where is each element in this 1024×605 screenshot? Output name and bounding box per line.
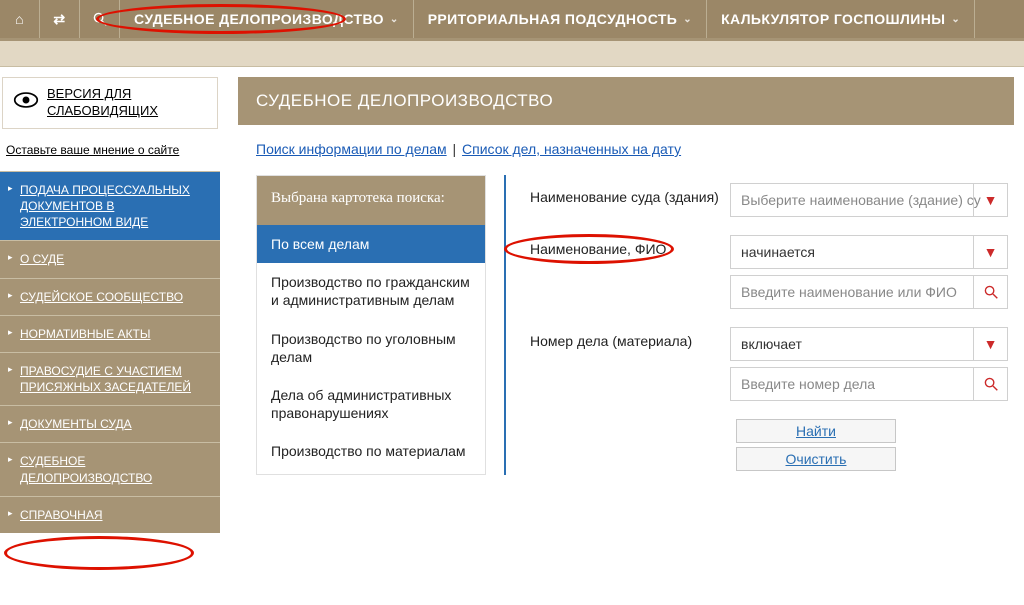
sub-nav: Поиск информации по делам | Список дел, … [238, 125, 1014, 175]
sidebar-menu: ▸ ПОДАЧА ПРОЦЕССУАЛЬНЫХ ДОКУМЕНТОВ В ЭЛЕ… [0, 171, 220, 533]
home-icon[interactable]: ⌂ [0, 0, 40, 38]
nav-label: СУДЕБНОЕ ДЕЛОПРОИЗВОДСТВО [134, 11, 384, 27]
share-icon[interactable]: ⇄ [40, 0, 80, 38]
caret-right-icon: ▸ [8, 327, 13, 338]
caret-right-icon: ▸ [8, 454, 13, 465]
chevron-down-icon: ⌄ [951, 14, 960, 25]
court-name-select[interactable]: ▼ [730, 183, 1008, 217]
sidebar-item-court-docs[interactable]: ▸ ДОКУМЕНТЫ СУДА [0, 405, 220, 442]
main-content: СУДЕБНОЕ ДЕЛОПРОИЗВОДСТВО Поиск информац… [220, 67, 1024, 533]
card-index-selector: Выбрана картотека поиска: По всем делам … [256, 175, 486, 475]
feedback-link[interactable]: Оставьте ваше мнение о сайте [6, 143, 220, 157]
case-number-field[interactable] [730, 367, 1008, 401]
case-number-input[interactable] [741, 376, 997, 392]
case-number-match-select[interactable]: ▼ [730, 327, 1008, 361]
annotation [4, 536, 194, 570]
card-index-heading: Выбрана картотека поиска: [257, 176, 485, 225]
label-case-number: Номер дела (материала) [530, 327, 730, 349]
link-cases-by-date[interactable]: Список дел, назначенных на дату [462, 141, 681, 157]
sidebar-item-regulations[interactable]: ▸ НОРМАТИВНЫЕ АКТЫ [0, 315, 220, 352]
caret-right-icon: ▸ [8, 183, 13, 194]
party-match-select[interactable]: ▼ [730, 235, 1008, 269]
sidebar-item-reference[interactable]: ▸ СПРАВОЧНАЯ [0, 496, 220, 533]
card-option-all[interactable]: По всем делам [257, 225, 485, 263]
label-court-name: Наименование суда (здания) [530, 183, 730, 205]
link-case-search[interactable]: Поиск информации по делам [256, 141, 447, 157]
card-option-criminal[interactable]: Производство по уголовным делам [257, 320, 485, 376]
vertical-divider [504, 175, 506, 475]
search-icon[interactable] [80, 0, 120, 38]
nav-label: КАЛЬКУЛЯТОР ГОСПОШЛИНЫ [721, 11, 945, 27]
search-form: Наименование суда (здания) ▼ Наименовани… [524, 175, 1014, 475]
sidebar-item-judiciary[interactable]: ▸ СУДЕЙСКОЕ СООБЩЕСТВО [0, 278, 220, 315]
search-icon[interactable] [973, 368, 1007, 400]
dropdown-icon[interactable]: ▼ [973, 184, 1007, 216]
search-icon[interactable] [973, 276, 1007, 308]
caret-right-icon: ▸ [8, 417, 13, 428]
dropdown-icon[interactable]: ▼ [973, 236, 1007, 268]
caret-right-icon: ▸ [8, 508, 13, 519]
eye-icon [13, 90, 39, 116]
card-option-materials[interactable]: Производство по материалам [257, 432, 485, 470]
nav-label: РРИТОРИАЛЬНАЯ ПОДСУДНОСТЬ [428, 11, 678, 27]
sidebar-item-electronic-filing[interactable]: ▸ ПОДАЧА ПРОЦЕССУАЛЬНЫХ ДОКУМЕНТОВ В ЭЛЕ… [0, 171, 220, 241]
court-name-input[interactable] [741, 192, 997, 208]
clear-button[interactable]: Очистить [736, 447, 896, 471]
card-option-admin[interactable]: Дела об административных правонарушениях [257, 376, 485, 432]
label-party-name: Наименование, ФИО [530, 235, 730, 257]
caret-right-icon: ▸ [8, 290, 13, 301]
nav-case-proceedings[interactable]: СУДЕБНОЕ ДЕЛОПРОИЗВОДСТВО ⌄ [120, 0, 414, 38]
page-title: СУДЕБНОЕ ДЕЛОПРОИЗВОДСТВО [238, 77, 1014, 125]
nav-jurisdiction[interactable]: РРИТОРИАЛЬНАЯ ПОДСУДНОСТЬ ⌄ [414, 0, 707, 38]
chevron-down-icon: ⌄ [390, 14, 399, 25]
dropdown-icon[interactable]: ▼ [973, 328, 1007, 360]
party-name-input[interactable] [741, 284, 997, 300]
accessibility-version[interactable]: ВЕРСИЯ ДЛЯ СЛАБОВИДЯЩИХ [2, 77, 218, 129]
sidebar-item-case-proceedings[interactable]: ▸ СУДЕБНОЕ ДЕЛОПРОИЗВОДСТВО [0, 442, 220, 495]
search-button[interactable]: Найти [736, 419, 896, 443]
caret-right-icon: ▸ [8, 364, 13, 375]
party-match-value[interactable] [741, 244, 997, 260]
accessibility-link[interactable]: ВЕРСИЯ ДЛЯ СЛАБОВИДЯЩИХ [47, 86, 158, 120]
sidebar-item-jury[interactable]: ▸ ПРАВОСУДИЕ С УЧАСТИЕМ ПРИСЯЖНЫХ ЗАСЕДА… [0, 352, 220, 405]
top-nav: ⌂ ⇄ СУДЕБНОЕ ДЕЛОПРОИЗВОДСТВО ⌄ РРИТОРИАЛ… [0, 0, 1024, 38]
party-name-field[interactable] [730, 275, 1008, 309]
card-option-civil[interactable]: Производство по гражданским и администра… [257, 263, 485, 319]
case-number-match-value[interactable] [741, 336, 997, 352]
caret-right-icon: ▸ [8, 252, 13, 263]
sidebar-item-about-court[interactable]: ▸ О СУДЕ [0, 240, 220, 277]
left-column: ВЕРСИЯ ДЛЯ СЛАБОВИДЯЩИХ Оставьте ваше мн… [0, 67, 220, 533]
nav-fee-calculator[interactable]: КАЛЬКУЛЯТОР ГОСПОШЛИНЫ ⌄ [707, 0, 975, 38]
chevron-down-icon: ⌄ [683, 14, 692, 25]
